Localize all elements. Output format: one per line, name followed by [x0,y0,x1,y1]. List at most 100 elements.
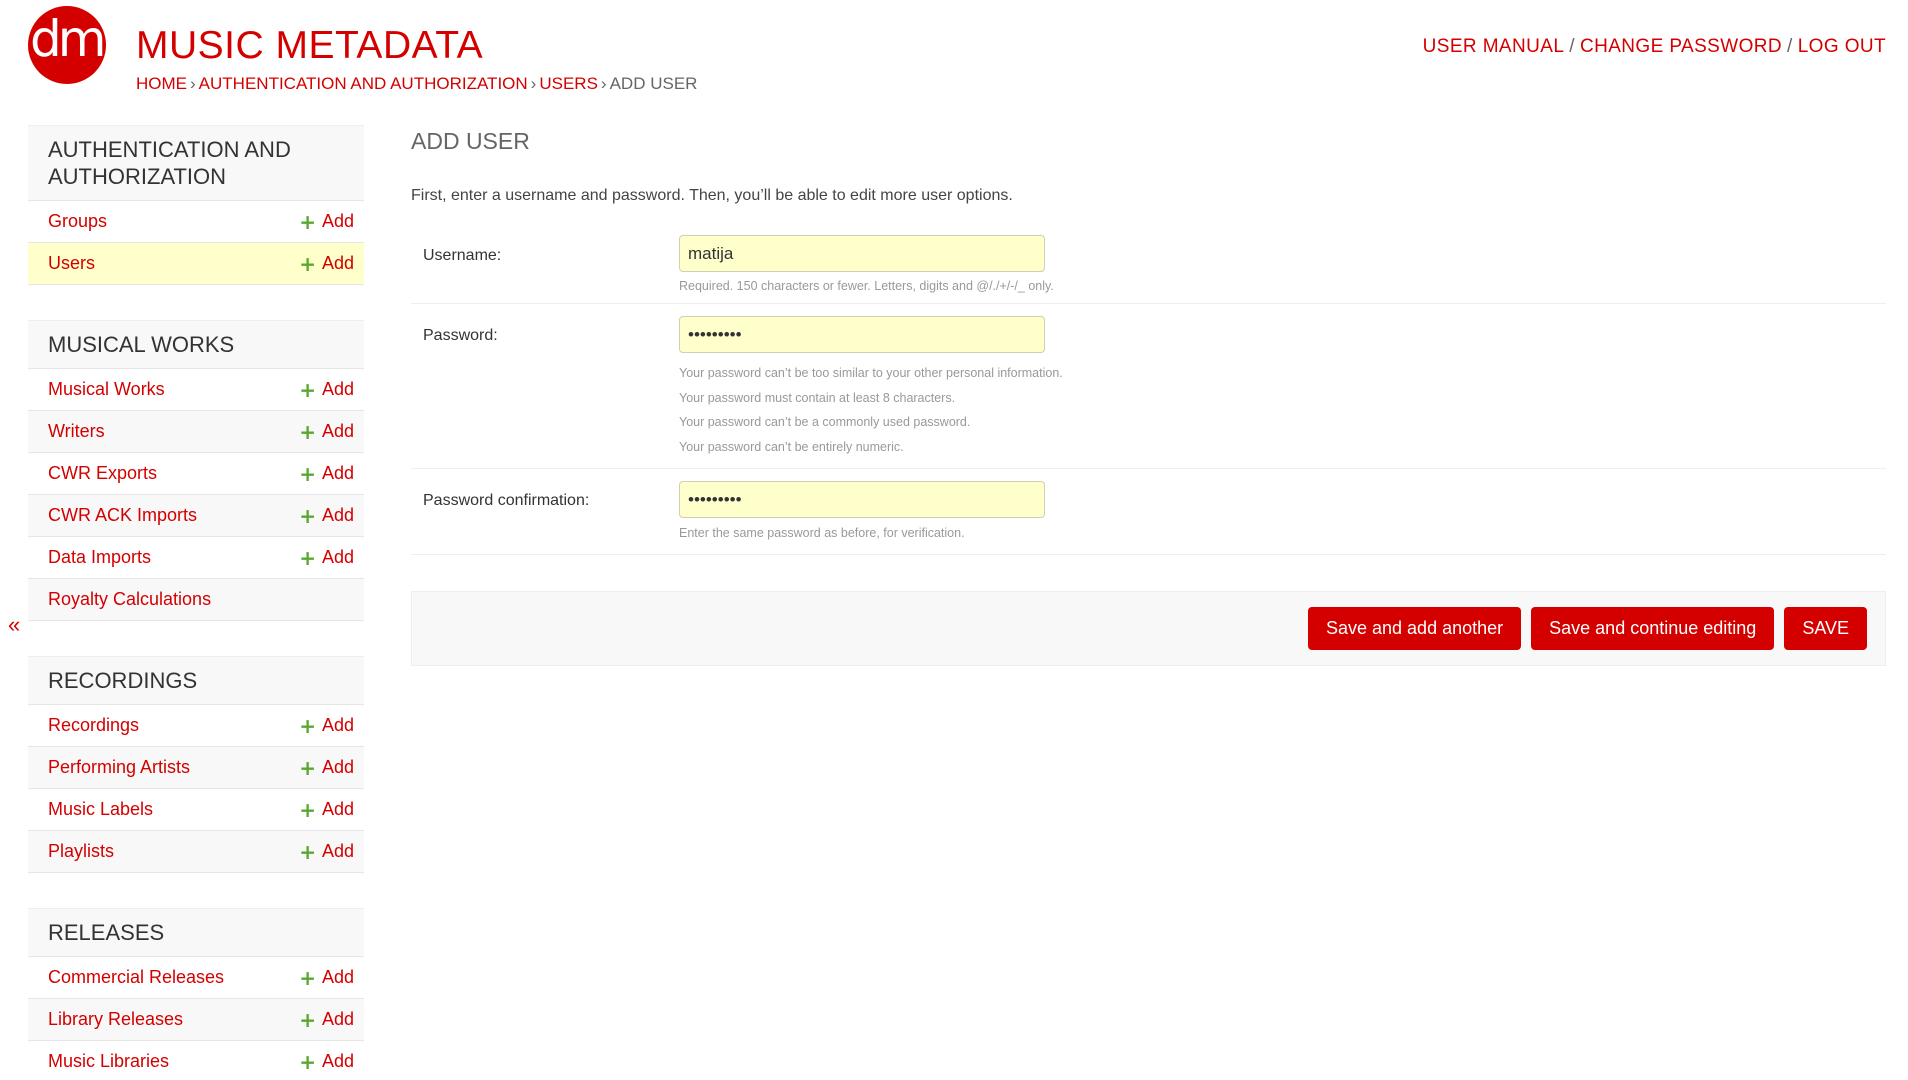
sidebar-item-link[interactable]: Music Libraries [48,1051,169,1072]
sidebar-item-link[interactable]: Playlists [48,841,114,862]
plus-icon: + [299,503,316,528]
sidebar-item-link[interactable]: CWR ACK Imports [48,505,197,526]
add-model-link[interactable]: + Add [299,1050,354,1074]
password-input[interactable] [679,316,1045,353]
add-label: Add [321,505,354,525]
sidebar-item-link[interactable]: Musical Works [48,379,165,400]
breadcrumb-home[interactable]: HOME [136,74,187,93]
app-module-caption[interactable]: AUTHENTICATION AND AUTHORIZATION [28,125,364,200]
user-tools-separator: / [1787,36,1793,57]
add-model-link[interactable]: + Add [299,210,354,234]
add-model-link[interactable]: + Add [299,462,354,486]
plus-icon: + [299,713,316,738]
site-logo[interactable]: dmp [28,6,106,84]
username-row: Username: Required. 150 characters or fe… [411,230,1886,304]
sidebar-item-cwr-exports: CWR Exports + Add [28,452,364,494]
page-title: ADD USER [411,128,530,154]
add-label: Add [321,463,354,483]
plus-icon: + [299,1049,316,1074]
sidebar-item-link[interactable]: Users [48,253,95,274]
module-spacer [28,620,364,656]
save-button[interactable]: SAVE [1784,607,1867,650]
sidebar-item-link[interactable]: Commercial Releases [48,967,224,988]
sidebar-item-groups: Groups + Add [28,200,364,242]
user-tools: USER MANUAL / CHANGE PASSWORD / LOG OUT [1423,36,1886,58]
add-label: Add [321,1009,354,1029]
app-module-authentication-and-authorization: AUTHENTICATION AND AUTHORIZATION Groups + A… [28,125,364,320]
add-model-link[interactable]: + Add [299,504,354,528]
add-model-link[interactable]: + Add [299,546,354,570]
breadcrumb: HOME › AUTHENTICATION AND AUTHORIZATION › US… [136,74,697,94]
add-model-link[interactable]: + Add [299,420,354,444]
sidebar-item-link[interactable]: Groups [48,211,107,232]
password-help-line: Your password can’t be a commonly used p… [679,415,971,429]
logo-text: dmp [30,10,106,68]
module-spacer [28,284,364,320]
sidebar-item-link[interactable]: Data Imports [48,547,151,568]
save-and-add-another-button[interactable]: Save and add another [1307,607,1522,650]
sidebar-item-link[interactable]: Recordings [48,715,139,736]
sidebar-item-recordings: Recordings + Add [28,704,364,746]
add-label: Add [321,547,354,567]
add-model-link[interactable]: + Add [299,840,354,864]
add-model-link[interactable]: + Add [299,966,354,990]
log-out-link[interactable]: LOG OUT [1798,36,1886,57]
module-spacer [28,872,364,908]
user-tools-separator: / [1569,36,1575,57]
site-title[interactable]: MUSIC METADATA [136,24,483,68]
plus-icon: + [299,251,316,276]
add-model-link[interactable]: + Add [299,798,354,822]
sidebar-item-commercial-releases: Commercial Releases + Add [28,956,364,998]
password-help-line: Your password can’t be too similar to yo… [679,366,1063,380]
username-help: Required. 150 characters or fewer. Lette… [679,279,1054,293]
plus-icon: + [299,839,316,864]
add-label: Add [321,757,354,777]
nav-sidebar: AUTHENTICATION AND AUTHORIZATION Groups + A… [28,125,364,1080]
app-module-caption[interactable]: RELEASES [28,908,364,956]
app-module-releases: RELEASES Commercial Releases + Add Library R… [28,908,364,1080]
add-model-link[interactable]: + Add [299,756,354,780]
app-module-caption[interactable]: MUSICAL WORKS [28,320,364,368]
plus-icon: + [299,755,316,780]
add-label: Add [321,967,354,987]
save-and-continue-button[interactable]: Save and continue editing [1531,607,1775,650]
sidebar-item-cwr-ack-imports: CWR ACK Imports + Add [28,494,364,536]
plus-icon: + [299,209,316,234]
password-confirmation-help: Enter the same password as before, for v… [679,526,965,540]
add-label: Add [321,799,354,819]
sidebar-item-link[interactable]: Royalty Calculations [48,589,211,610]
sidebar-item-link[interactable]: Performing Artists [48,757,190,778]
password-help-line: Your password must contain at least 8 ch… [679,390,956,405]
add-label: Add [321,211,354,231]
add-label: Add [321,715,354,735]
add-model-link[interactable]: + Add [299,378,354,402]
user-manual-link[interactable]: USER MANUAL [1423,36,1565,57]
add-model-link[interactable]: + Add [299,1008,354,1032]
plus-icon: + [299,377,316,402]
sidebar-item-users: Users + Add [28,242,364,284]
password-confirmation-input[interactable] [679,481,1045,518]
plus-icon: + [299,419,316,444]
plus-icon: + [299,797,316,822]
breadcrumb-separator: › [530,74,537,93]
app-module-caption[interactable]: RECORDINGS [28,656,364,704]
breadcrumb-separator: › [190,74,196,93]
add-model-link[interactable]: + Add [299,252,354,276]
add-label: Add [321,841,354,861]
plus-icon: + [299,1007,316,1032]
collapse-sidebar-button[interactable]: « [8,612,20,638]
sidebar-item-link[interactable]: CWR Exports [48,463,157,484]
sidebar-item-link[interactable]: Writers [48,421,105,442]
sidebar-item-link[interactable]: Music Labels [48,799,153,820]
breadcrumb-auth[interactable]: AUTHENTICATION AND AUTHORIZATION [199,74,528,93]
add-label: Add [321,421,354,441]
breadcrumb-current: ADD USER [609,74,698,93]
add-model-link[interactable]: + Add [299,714,354,738]
plus-icon: + [299,461,316,486]
sidebar-item-link[interactable]: Library Releases [48,1009,183,1030]
change-password-link[interactable]: CHANGE PASSWORD [1580,36,1782,57]
sidebar-item-music-labels: Music Labels + Add [28,788,364,830]
breadcrumb-users[interactable]: USERS [539,74,598,93]
submit-row: Save and add another Save and continue e… [411,591,1886,666]
username-input[interactable] [679,235,1045,272]
